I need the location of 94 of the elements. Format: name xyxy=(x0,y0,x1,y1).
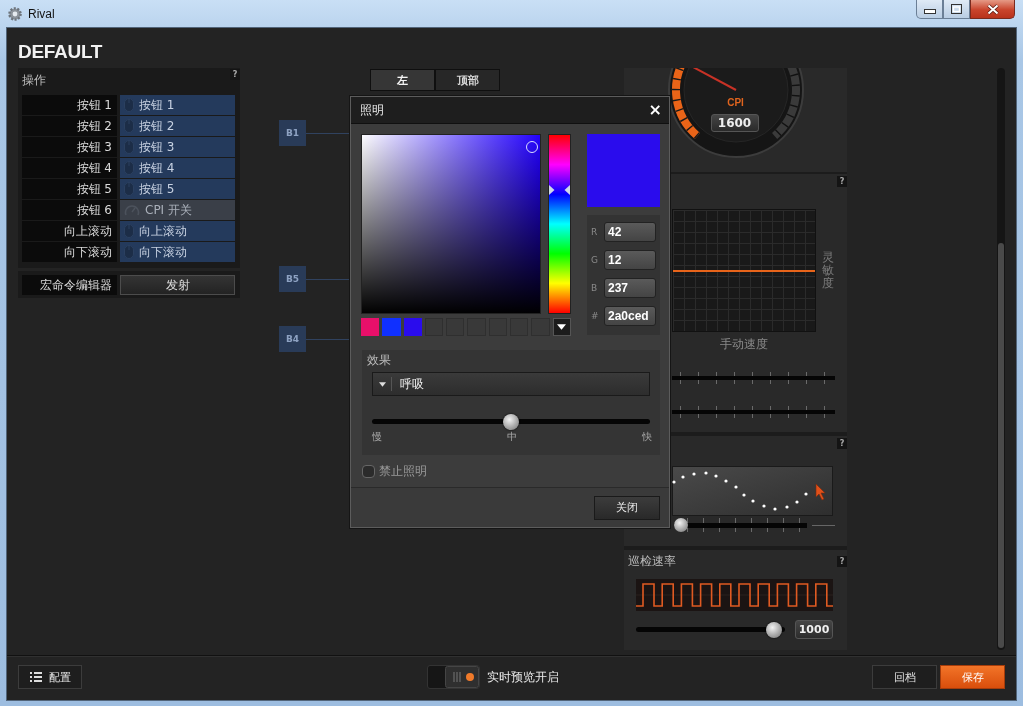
button-tag[interactable]: B1 xyxy=(279,120,306,146)
view-tab[interactable]: 左 xyxy=(370,69,435,91)
channel-label: B xyxy=(591,283,599,293)
view-tab[interactable]: 顶部 xyxy=(435,69,500,91)
hue-handle[interactable] xyxy=(549,185,570,196)
slider-thumb[interactable] xyxy=(766,621,783,638)
button-tag[interactable]: B4 xyxy=(279,326,306,352)
mouse-icon xyxy=(124,119,134,133)
mouse-icon xyxy=(124,161,134,175)
action-selector[interactable]: 按钮 5 xyxy=(120,179,235,199)
cpi-label: CPI xyxy=(726,97,745,109)
leader-line xyxy=(306,339,350,340)
action-selector[interactable]: 按钮 1 xyxy=(120,95,235,115)
color-swatch[interactable] xyxy=(361,318,380,336)
fire-button[interactable]: 发射 xyxy=(120,275,235,295)
close-icon xyxy=(986,3,999,15)
mouse-icon xyxy=(124,140,134,154)
panel-title: 操作 xyxy=(22,71,46,89)
button-tag[interactable]: B5 xyxy=(279,266,306,292)
dialog-title: 照明 xyxy=(360,101,384,119)
effect-dropdown[interactable]: 呼吸 xyxy=(372,372,650,396)
action-selector[interactable]: 按钮 2 xyxy=(120,116,235,136)
checkbox[interactable] xyxy=(362,464,375,478)
switch-knob-icon xyxy=(445,666,479,688)
color-swatch[interactable] xyxy=(403,318,422,336)
maximize-button[interactable] xyxy=(943,0,970,19)
leader-line xyxy=(306,279,350,280)
axis-label: 灵敏度 xyxy=(822,250,834,291)
color-value-field[interactable]: 237 xyxy=(604,278,656,298)
color-field[interactable] xyxy=(361,134,541,314)
config-button[interactable]: 配置 xyxy=(18,665,82,689)
channel-label: # xyxy=(591,311,600,321)
action-selector[interactable]: 向上滚动 xyxy=(120,221,235,241)
action-selector[interactable]: CPI 开关 xyxy=(120,200,235,220)
minimize-icon xyxy=(923,9,936,14)
toggle-switch[interactable] xyxy=(427,665,480,689)
channel-label: G xyxy=(591,255,599,265)
window-title: Rival xyxy=(28,7,55,21)
section-title: 巡检速率 xyxy=(628,554,676,568)
minimize-button[interactable] xyxy=(916,0,943,19)
action-selector[interactable]: 向下滚动 xyxy=(120,242,235,262)
slider-thumb[interactable] xyxy=(674,518,688,532)
close-button[interactable]: × xyxy=(648,102,662,118)
color-swatch[interactable] xyxy=(382,318,401,336)
speed-label: 慢 xyxy=(372,431,382,443)
dropdown-value: 呼吸 xyxy=(399,375,424,393)
action-selector[interactable]: 按钮 3 xyxy=(120,137,235,157)
cursor-icon xyxy=(815,483,826,501)
close-button[interactable] xyxy=(970,0,1015,19)
live-preview-label: 实时预览开启 xyxy=(487,668,559,686)
polling-rate-field[interactable]: 1000 xyxy=(795,620,833,639)
color-value-field[interactable]: 2a0ced xyxy=(604,306,656,326)
save-button[interactable]: 保存 xyxy=(940,665,1005,689)
mouse-icon xyxy=(124,245,134,259)
slider-thumb[interactable] xyxy=(503,413,519,430)
macro-label: 宏命令编辑器 xyxy=(22,275,117,295)
mouse-icon xyxy=(124,98,134,112)
revert-button[interactable]: 回档 xyxy=(872,665,937,689)
color-value-field[interactable]: 12 xyxy=(604,250,656,270)
button-label: 按钮 2 xyxy=(22,116,117,136)
leader-line xyxy=(306,133,350,134)
help-button[interactable]: ? xyxy=(837,556,847,567)
hue-bar[interactable] xyxy=(548,134,571,314)
action-selector[interactable]: 按钮 4 xyxy=(120,158,235,178)
button-label: 按钮 5 xyxy=(22,179,117,199)
button-label: 向上滚动 xyxy=(22,221,117,241)
mouse-icon xyxy=(124,182,134,196)
button-label: 按钮 6 xyxy=(22,200,117,220)
close-dialog-button[interactable]: 关闭 xyxy=(594,495,660,520)
help-button[interactable]: ? xyxy=(837,438,847,449)
button-label: 按钮 4 xyxy=(22,158,117,178)
channel-label: R xyxy=(591,227,599,237)
checkbox-label: 禁止照明 xyxy=(379,462,427,480)
help-button[interactable]: ? xyxy=(837,176,847,187)
button-label: 按钮 3 xyxy=(22,137,117,157)
profile-name: DEFAULT xyxy=(17,40,104,64)
axis-label: 手动速度 xyxy=(719,337,769,352)
help-button[interactable]: ? xyxy=(230,69,240,80)
mouse-icon xyxy=(124,224,134,238)
color-value-field[interactable]: 42 xyxy=(604,222,656,242)
speed-label: 中 xyxy=(507,431,517,443)
scrollbar-thumb[interactable] xyxy=(998,242,1004,648)
caret-icon xyxy=(557,324,567,330)
button-label: 向下滚动 xyxy=(22,242,117,262)
gear-icon xyxy=(8,7,22,21)
cpi-value: 1600 xyxy=(710,114,759,132)
effect-label: 效果 xyxy=(367,353,392,368)
speed-label: 快 xyxy=(642,431,652,443)
maximize-icon xyxy=(951,4,962,14)
caret-icon xyxy=(378,381,386,387)
swatch-menu-button[interactable] xyxy=(552,318,571,336)
list-icon xyxy=(29,672,42,682)
button-label: 按钮 1 xyxy=(22,95,117,115)
scrollbar-track[interactable] xyxy=(997,68,1005,650)
